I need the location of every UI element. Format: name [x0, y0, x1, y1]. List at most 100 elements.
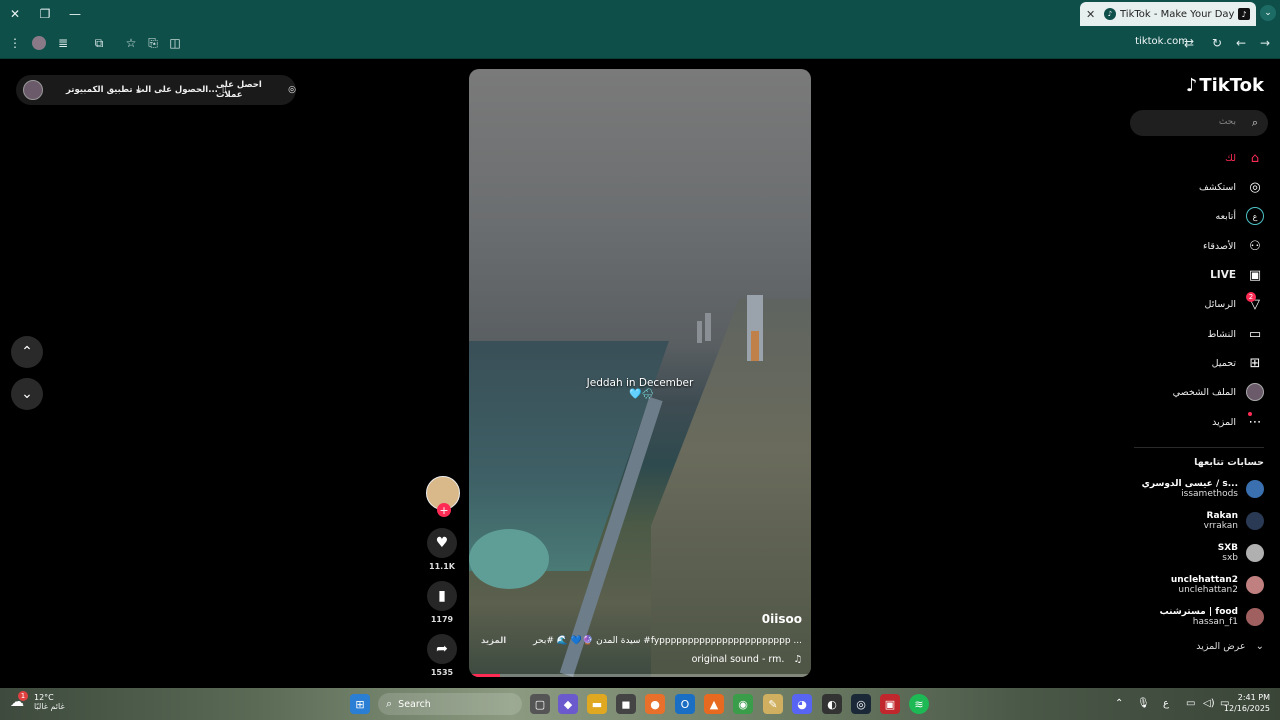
back-icon[interactable]: ← [1232, 34, 1250, 52]
mic-icon[interactable]: 🎙 [1137, 698, 1150, 709]
network-icon[interactable]: ▭ [1186, 698, 1195, 709]
more-notification-dot [1248, 412, 1252, 416]
sidebar-item-friends[interactable]: الأصدقاء ⚇ [1203, 234, 1264, 258]
sidebar-item-activity[interactable]: النشاط ▭ [1207, 322, 1264, 346]
tiktok-logo[interactable]: ♪ TikTok [1186, 75, 1264, 96]
split-screen-icon[interactable]: ◫ [166, 34, 184, 52]
site-settings-icon[interactable]: ⇄ [1180, 34, 1198, 52]
search-input[interactable]: بحث ⌕ [1130, 110, 1268, 136]
file-explorer-icon[interactable]: ▬ [587, 694, 607, 714]
spotify-icon[interactable]: ≋ [909, 694, 929, 714]
sidebar-item-label: النشاط [1207, 328, 1236, 340]
collections-icon[interactable]: ⎘ [144, 34, 162, 52]
star-icon[interactable]: ☆ [122, 34, 140, 52]
followed-account[interactable]: مسترشنب | food hassan_f1 [1160, 603, 1264, 631]
language-indicator[interactable]: ع [1163, 698, 1169, 709]
clock-time: 2:41 PM [1237, 693, 1270, 702]
notes-icon[interactable]: ✎ [763, 694, 783, 714]
taskbar-search-label: Search [398, 698, 431, 710]
see-more-accounts-button[interactable]: عرض المزيد ⌄ [1196, 641, 1264, 652]
clock-date: 12/16/2025 [1223, 704, 1270, 713]
browser-toolbar: ⋮ ≣ ⧉ ☆ ⎘ ◫ tiktok.com ⇄ ↻ ← → [0, 28, 1280, 59]
home-icon: ⌂ [1250, 150, 1260, 166]
follow-plus-icon[interactable]: + [437, 503, 451, 517]
share-count: 1535 [430, 668, 454, 677]
sidebar-item-more[interactable]: المزيد ⋯ [1212, 410, 1264, 434]
media-control-icon[interactable]: ≣ [54, 34, 72, 52]
video-progress-bar[interactable] [469, 674, 811, 677]
minimize-window-icon[interactable]: — [66, 5, 84, 23]
user-avatar[interactable] [23, 80, 43, 100]
search-placeholder: بحث [1218, 117, 1236, 127]
close-window-icon[interactable]: ✕ [6, 5, 24, 23]
video-sound[interactable]: original sound - rm. ♫ [692, 654, 802, 665]
sidebar-item-live[interactable]: LIVE ▣ [1210, 263, 1264, 287]
share-button[interactable]: ➦ [427, 634, 457, 664]
sidebar-item-for-you[interactable]: لك ⌂ [1225, 146, 1264, 170]
video-overlay-caption: Jeddah in December [586, 377, 694, 389]
video-player[interactable]: Jeddah in December 🩵🌧 0iisoo سيدة المدن … [469, 69, 811, 677]
restore-window-icon[interactable]: ❐ [36, 5, 54, 23]
volume-icon[interactable]: ◁) [1203, 698, 1215, 709]
outlook-icon[interactable]: O [675, 694, 695, 714]
followed-account[interactable]: عيسى الدوسري / s... issamethods [1142, 475, 1264, 503]
sidebar-item-label: الملف الشخصي [1172, 386, 1236, 398]
sidebar-item-messages[interactable]: الرسائل ▽ 2 [1205, 292, 1264, 316]
forward-icon[interactable]: → [1256, 34, 1274, 52]
tab-dropdown-icon[interactable]: ⌄ [1260, 5, 1276, 21]
chrome-icon[interactable]: ◉ [733, 694, 753, 714]
followed-account[interactable]: unclehattan2 unclehattan2 [1171, 571, 1264, 599]
github-icon[interactable]: ◐ [822, 694, 842, 714]
sidebar-item-profile[interactable]: الملف الشخصي [1173, 380, 1264, 404]
video-scene-tower [705, 313, 711, 341]
get-app-button[interactable]: الحصول على الت... ▯ [136, 85, 227, 95]
video-more-link[interactable]: المزيد [481, 636, 506, 646]
reload-icon[interactable]: ↻ [1208, 34, 1226, 52]
app-red-icon[interactable]: ▣ [880, 694, 900, 714]
taskbar-clock[interactable]: 2:41 PM 12/16/2025 [1224, 692, 1270, 714]
followed-account[interactable]: SXB sxb [1218, 539, 1264, 567]
tiktok-tab-icon: ♪ [1238, 8, 1250, 20]
menu-icon[interactable]: ⋮ [6, 34, 24, 52]
extensions-icon[interactable]: ⧉ [90, 34, 108, 52]
like-button[interactable]: ♥ [427, 528, 457, 558]
search-icon: ⌕ [386, 697, 393, 710]
following-icon: ﻉ [1246, 207, 1264, 225]
video-author[interactable]: 0iisoo [762, 612, 802, 626]
desktop-app-button[interactable]: تطبيق الكمبيوتر ⤓ [66, 85, 141, 95]
next-video-button[interactable]: ⌄ [11, 378, 43, 410]
get-coins-button[interactable]: احصل على عملات ◎ [216, 80, 296, 100]
sidebar-item-following[interactable]: أتابعه ﻉ [1216, 204, 1264, 228]
store-icon[interactable]: ◼ [616, 694, 636, 714]
video-actions: + ♥ 11.1K ▮ 1179 ➦ 1535 [424, 476, 460, 677]
sidebar-item-label: LIVE [1210, 269, 1236, 281]
profile-icon[interactable] [30, 34, 48, 52]
start-icon[interactable]: ⊞ [350, 694, 370, 714]
avatar [1246, 576, 1264, 594]
weather-widget[interactable]: ☁ 1 12°C غائم غالبًا [10, 691, 65, 711]
sidebar-item-explore[interactable]: استكشف ◎ [1199, 175, 1264, 199]
discord-icon[interactable]: ◕ [792, 694, 812, 714]
save-button[interactable]: ▮ [427, 581, 457, 611]
browser-tab[interactable]: ✕ ♪ TikTok - Make Your Day ♪ [1080, 2, 1256, 26]
app-icon[interactable]: ▲ [704, 694, 724, 714]
video-overlay-emoji: 🩵🌧 [629, 389, 655, 400]
sidebar-item-upload[interactable]: تحميل ⊞ [1212, 351, 1264, 375]
tab-close-icon[interactable]: ✕ [1086, 8, 1100, 21]
get-coins-label: احصل على عملات [216, 80, 262, 100]
task-view-icon[interactable]: ▢ [530, 694, 550, 714]
following-accounts-title: حسابات تتابعها [1194, 457, 1264, 468]
tray-chevron-icon[interactable]: ⌃ [1115, 698, 1123, 709]
sidebar-item-label: الرسائل [1204, 298, 1236, 310]
followed-account[interactable]: Rakan vrrakan [1204, 507, 1264, 535]
creator-avatar[interactable]: + [426, 476, 460, 517]
copilot-icon[interactable]: ◆ [558, 694, 578, 714]
steam-icon[interactable]: ◎ [851, 694, 871, 714]
search-icon[interactable]: ⌕ [1252, 116, 1258, 130]
taskbar-search[interactable]: ⌕ Search [378, 693, 522, 715]
firefox-icon[interactable]: ● [645, 694, 665, 714]
previous-video-button[interactable]: ⌃ [11, 336, 43, 368]
avatar [1246, 480, 1264, 498]
video-progress-fill [469, 674, 500, 677]
cloud-icon: ☁ 1 [10, 691, 30, 710]
